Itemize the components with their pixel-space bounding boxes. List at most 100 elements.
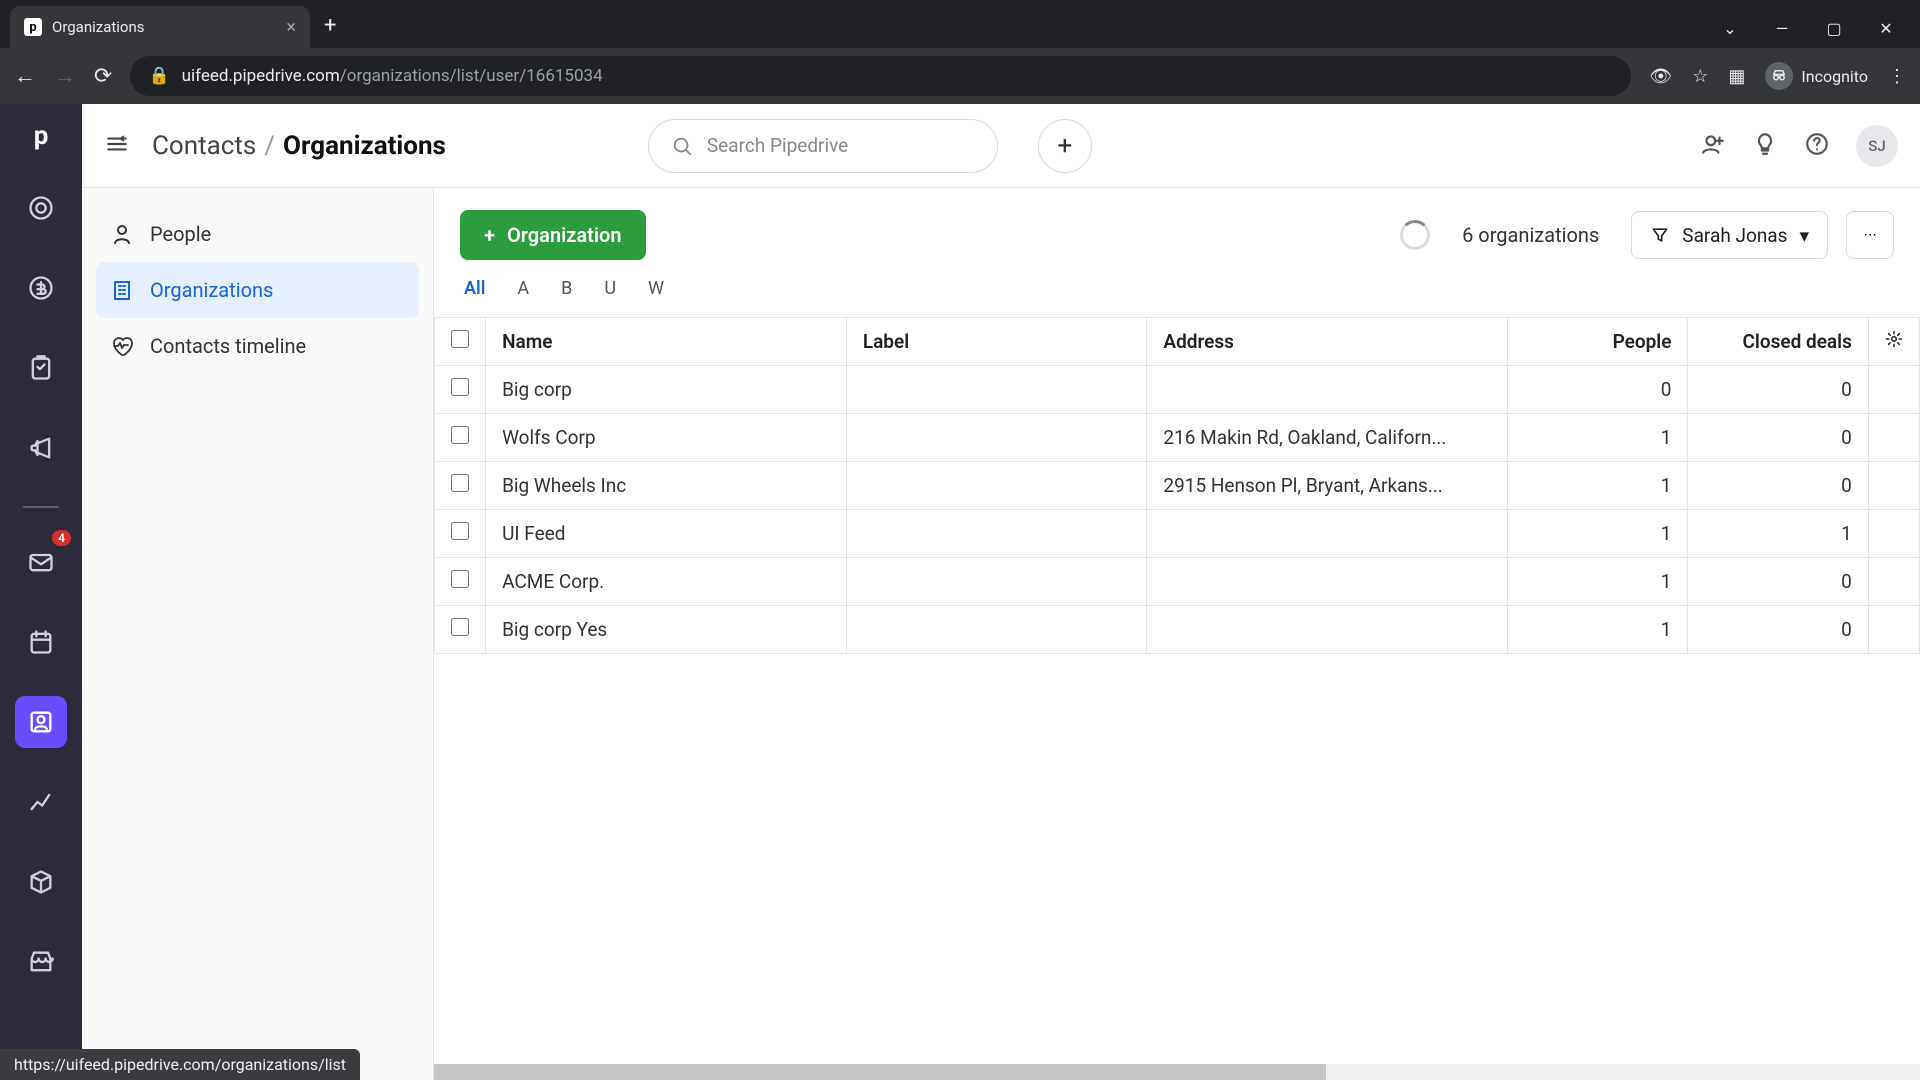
more-actions-button[interactable]: ⋯ bbox=[1846, 211, 1894, 259]
cell-name[interactable]: Big corp Yes bbox=[486, 606, 847, 654]
building-icon bbox=[110, 278, 134, 302]
star-icon[interactable]: ☆ bbox=[1692, 66, 1708, 87]
status-bar: https://uifeed.pipedrive.com/organizatio… bbox=[0, 1049, 360, 1080]
cell-name[interactable]: Wolfs Corp bbox=[486, 414, 847, 462]
row-checkbox[interactable] bbox=[451, 474, 469, 492]
incognito-icon bbox=[1765, 62, 1793, 90]
subnav-organizations[interactable]: Organizations bbox=[96, 262, 419, 318]
cell-address[interactable] bbox=[1147, 558, 1508, 606]
cell-name[interactable]: Big Wheels Inc bbox=[486, 462, 847, 510]
menu-toggle-icon[interactable] bbox=[104, 131, 130, 161]
row-checkbox[interactable] bbox=[451, 522, 469, 540]
breadcrumb-parent[interactable]: Contacts bbox=[152, 131, 256, 161]
reload-button[interactable]: ⟳ bbox=[94, 64, 112, 89]
column-header-closed[interactable]: Closed deals bbox=[1688, 318, 1868, 366]
cell-address[interactable] bbox=[1147, 606, 1508, 654]
cell-name[interactable]: UI Feed bbox=[486, 510, 847, 558]
row-checkbox[interactable] bbox=[451, 378, 469, 396]
rail-item-marketplace[interactable] bbox=[15, 936, 67, 988]
row-checkbox[interactable] bbox=[451, 618, 469, 636]
rail-item-campaigns[interactable] bbox=[15, 422, 67, 474]
cell-spacer bbox=[1868, 462, 1919, 510]
eye-off-icon[interactable]: 👁 bbox=[1649, 66, 1672, 87]
breadcrumb: Contacts / Organizations bbox=[152, 131, 446, 161]
subnav-timeline[interactable]: Contacts timeline bbox=[96, 318, 419, 374]
invite-icon[interactable] bbox=[1700, 131, 1726, 161]
rail-item-activities[interactable] bbox=[15, 342, 67, 394]
organizations-count: 6 organizations bbox=[1462, 223, 1599, 247]
table-row[interactable]: UI Feed11 bbox=[435, 510, 1920, 558]
minimize-icon[interactable]: — bbox=[1762, 19, 1802, 38]
cell-label[interactable] bbox=[846, 366, 1147, 414]
url-bar[interactable]: 🔒 uifeed.pipedrive.com/organizations/lis… bbox=[130, 56, 1631, 96]
rail-item-contacts[interactable] bbox=[15, 696, 67, 748]
alpha-filter-item[interactable]: A bbox=[517, 278, 529, 299]
rail-item-products[interactable] bbox=[15, 856, 67, 908]
select-all-checkbox[interactable] bbox=[451, 330, 469, 348]
cell-address[interactable]: 216 Makin Rd, Oakland, Californ... bbox=[1147, 414, 1508, 462]
help-icon[interactable] bbox=[1804, 131, 1830, 161]
row-checkbox[interactable] bbox=[451, 426, 469, 444]
subnav-people[interactable]: People bbox=[96, 206, 419, 262]
cell-spacer bbox=[1868, 606, 1919, 654]
breadcrumb-sep: / bbox=[264, 131, 275, 161]
back-button[interactable]: ← bbox=[14, 63, 36, 89]
cell-people: 1 bbox=[1508, 462, 1688, 510]
cell-name[interactable]: ACME Corp. bbox=[486, 558, 847, 606]
rail-item-calendar[interactable] bbox=[15, 616, 67, 668]
global-add-button[interactable]: + bbox=[1038, 119, 1092, 173]
cell-label[interactable] bbox=[846, 606, 1147, 654]
new-tab-button[interactable]: + bbox=[324, 13, 336, 38]
browser-tab[interactable]: p Organizations × bbox=[10, 6, 310, 48]
user-avatar[interactable]: SJ bbox=[1856, 125, 1898, 167]
cell-label[interactable] bbox=[846, 414, 1147, 462]
cell-address[interactable] bbox=[1147, 510, 1508, 558]
extensions-icon[interactable]: ▦ bbox=[1728, 66, 1745, 87]
cell-name[interactable]: Big corp bbox=[486, 366, 847, 414]
alpha-filter-item[interactable]: B bbox=[561, 278, 572, 299]
table-row[interactable]: ACME Corp.10 bbox=[435, 558, 1920, 606]
column-header-address[interactable]: Address bbox=[1147, 318, 1508, 366]
app-topbar: Contacts / Organizations Search Pipedriv… bbox=[82, 104, 1920, 188]
contacts-subnav: People Organizations Contacts timeline bbox=[82, 188, 434, 1080]
table-row[interactable]: Big corp Yes10 bbox=[435, 606, 1920, 654]
column-header-name[interactable]: Name bbox=[486, 318, 847, 366]
rail-item-deals[interactable] bbox=[15, 262, 67, 314]
close-window-icon[interactable]: ✕ bbox=[1866, 19, 1906, 38]
rail-item-focus[interactable] bbox=[15, 182, 67, 234]
owner-filter-button[interactable]: Sarah Jonas ▾ bbox=[1631, 211, 1828, 259]
kebab-menu-icon[interactable]: ⋮ bbox=[1888, 66, 1906, 87]
cell-label[interactable] bbox=[846, 462, 1147, 510]
maximize-icon[interactable]: ▢ bbox=[1814, 19, 1854, 38]
browser-tab-strip: p Organizations × + ⌄ — ▢ ✕ bbox=[0, 0, 1920, 48]
lightbulb-icon[interactable] bbox=[1752, 131, 1778, 161]
cell-address[interactable] bbox=[1147, 366, 1508, 414]
cell-address[interactable]: 2915 Henson Pl, Bryant, Arkans... bbox=[1147, 462, 1508, 510]
organizations-table: Name Label Address People Closed deals B… bbox=[434, 317, 1920, 654]
column-header-label[interactable]: Label bbox=[846, 318, 1147, 366]
cell-label[interactable] bbox=[846, 558, 1147, 606]
row-checkbox[interactable] bbox=[451, 570, 469, 588]
app-logo[interactable]: p bbox=[19, 114, 63, 158]
horizontal-scrollbar[interactable] bbox=[434, 1064, 1920, 1080]
alpha-filter-item[interactable]: U bbox=[604, 278, 616, 299]
alpha-filter-item[interactable]: W bbox=[648, 278, 664, 299]
column-header-people[interactable]: People bbox=[1508, 318, 1688, 366]
window-controls: ⌄ — ▢ ✕ bbox=[1710, 19, 1920, 48]
alpha-filter-item[interactable]: All bbox=[464, 278, 485, 299]
table-row[interactable]: Wolfs Corp 216 Makin Rd, Oakland, Califor… bbox=[435, 414, 1920, 462]
select-all-header[interactable] bbox=[435, 318, 486, 366]
add-organization-button[interactable]: + Organization bbox=[460, 210, 646, 260]
search-input[interactable]: Search Pipedrive bbox=[648, 119, 998, 173]
table-row[interactable]: Big Wheels Inc 2915 Henson Pl, Bryant, Ar… bbox=[435, 462, 1920, 510]
column-settings[interactable] bbox=[1868, 318, 1919, 366]
organizations-panel: + Organization 6 organizations Sarah Jon… bbox=[434, 188, 1920, 1080]
rail-item-insights[interactable] bbox=[15, 776, 67, 828]
rail-item-mail[interactable]: 4 bbox=[15, 536, 67, 588]
table-row[interactable]: Big corp00 bbox=[435, 366, 1920, 414]
tab-close-icon[interactable]: × bbox=[286, 17, 296, 38]
incognito-indicator[interactable]: Incognito bbox=[1765, 62, 1868, 90]
cell-closed: 1 bbox=[1688, 510, 1868, 558]
cell-label[interactable] bbox=[846, 510, 1147, 558]
chevron-down-icon[interactable]: ⌄ bbox=[1710, 19, 1750, 38]
